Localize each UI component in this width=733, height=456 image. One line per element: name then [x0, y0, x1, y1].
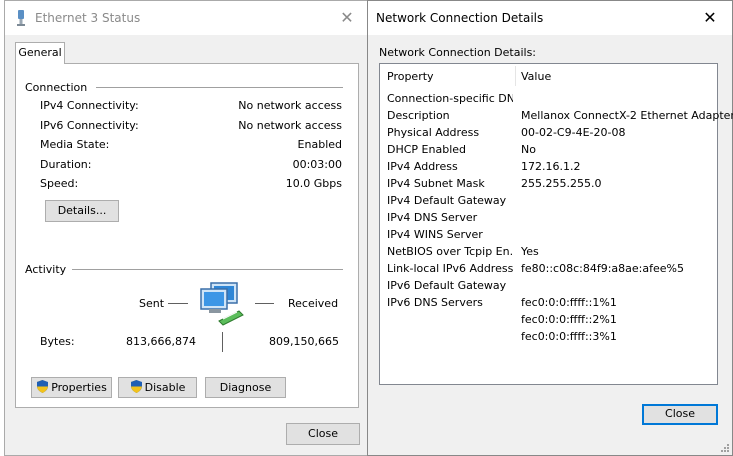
activity-heading: Activity [25, 263, 67, 276]
media-state-label: Media State: [40, 138, 110, 151]
network-adapter-icon [17, 10, 25, 26]
column-header-property[interactable]: Property [387, 70, 434, 83]
bytes-received-value: 809,150,665 [269, 335, 339, 348]
ethernet-status-window: Ethernet 3 Status ✕ General Connection I… [4, 0, 368, 456]
duration-value: 00:03:00 [292, 158, 342, 171]
property-cell: IPv4 Default Gateway [387, 194, 507, 207]
details-button[interactable]: Details... [45, 200, 119, 222]
close-window-button[interactable]: ✕ [333, 6, 361, 30]
speed-label: Speed: [40, 177, 79, 190]
received-label: Received [288, 297, 339, 310]
disable-button[interactable]: Disable [118, 377, 197, 398]
ethernet-status-titlebar[interactable]: Ethernet 3 Status ✕ [5, 1, 367, 35]
property-cell: IPv4 Subnet Mask [387, 177, 485, 190]
media-state-value: Enabled [297, 138, 342, 151]
uac-shield-icon [37, 380, 49, 393]
window-title: Ethernet 3 Status [35, 11, 141, 25]
bytes-sent-value: 813,666,874 [126, 335, 196, 348]
sent-line [168, 303, 188, 304]
diagnose-button[interactable]: Diagnose [205, 377, 286, 398]
activity-divider [72, 269, 343, 270]
details-close-button[interactable]: Close [642, 404, 718, 425]
value-cell: fec0:0:0:ffff::1%1 [521, 296, 617, 309]
property-cell: IPv4 Address [387, 160, 458, 173]
close-details-window-button[interactable]: ✕ [696, 6, 724, 30]
value-cell: Yes [521, 245, 539, 258]
value-cell: fe80::c08c:84f9:a8ae:afee%5 [521, 262, 684, 275]
value-cell: 00-02-C9-4E-20-08 [521, 126, 626, 139]
ipv6-connectivity-label: IPv6 Connectivity: [40, 119, 139, 132]
ipv4-connectivity-value: No network access [238, 99, 342, 112]
bytes-label: Bytes: [40, 335, 75, 348]
property-cell: Description [387, 109, 450, 122]
property-cell: IPv6 DNS Servers [387, 296, 483, 309]
speed-value: 10.0 Gbps [285, 177, 342, 190]
property-cell: IPv6 Default Gateway [387, 279, 507, 292]
list-header: Property Value [380, 64, 717, 88]
value-cell: fec0:0:0:ffff::2%1 [521, 313, 617, 326]
property-cell: IPv4 WINS Server [387, 228, 483, 241]
value-cell: No [521, 143, 536, 156]
sent-label: Sent [139, 297, 165, 310]
property-cell: NetBIOS over Tcpip En... [387, 245, 513, 258]
resize-grip-icon[interactable] [719, 442, 729, 452]
connection-heading: Connection [25, 81, 88, 94]
value-cell: 172.16.1.2 [521, 160, 581, 173]
property-cell: Link-local IPv6 Address [387, 262, 513, 275]
general-tab-panel: Connection IPv4 Connectivity: No network… [15, 63, 359, 408]
column-header-value[interactable]: Value [521, 70, 551, 83]
details-titlebar[interactable]: Network Connection Details ✕ [368, 1, 732, 35]
ipv6-connectivity-value: No network access [238, 119, 342, 132]
received-line [255, 303, 274, 304]
close-button[interactable]: Close [286, 423, 360, 445]
bytes-divider [222, 332, 223, 352]
network-computers-icon [200, 282, 244, 326]
property-cell: Connection-specific DN... [387, 92, 513, 105]
property-cell: DHCP Enabled [387, 143, 467, 156]
property-cell: Physical Address [387, 126, 480, 139]
connection-divider [96, 87, 343, 88]
value-cell: 255.255.255.0 [521, 177, 602, 190]
properties-button[interactable]: Properties [31, 377, 112, 398]
ipv4-connectivity-label: IPv4 Connectivity: [40, 99, 139, 112]
tab-general[interactable]: General [15, 42, 65, 64]
details-list[interactable]: Property Value Connection-specific DN...… [379, 63, 733, 385]
value-cell: Mellanox ConnectX-2 Ethernet Adapter [521, 109, 733, 122]
value-cell: fec0:0:0:ffff::3%1 [521, 330, 617, 343]
details-window-title: Network Connection Details [376, 11, 544, 25]
property-cell: IPv4 DNS Server [387, 211, 478, 224]
disable-label: Disable [144, 381, 186, 394]
column-separator[interactable] [515, 66, 516, 86]
duration-label: Duration: [40, 158, 92, 171]
properties-label: Properties [51, 381, 107, 394]
details-caption: Network Connection Details: [379, 46, 537, 59]
network-connection-details-window: Network Connection Details ✕ Network Con… [367, 0, 733, 456]
uac-shield-icon [130, 380, 142, 393]
